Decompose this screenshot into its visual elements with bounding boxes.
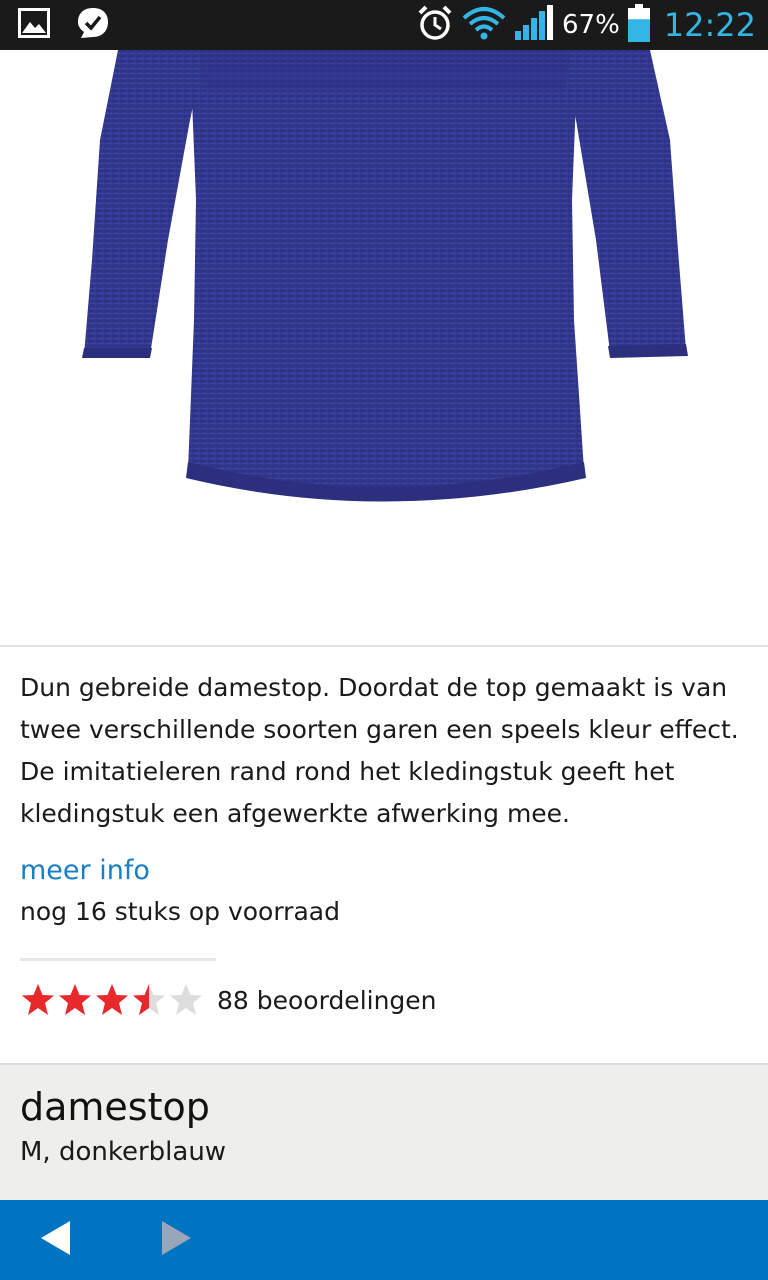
battery-percent: 67% xyxy=(561,10,620,40)
product-summary-panel: damestop M, donkerblauw xyxy=(0,1063,768,1200)
product-variant: M, donkerblauw xyxy=(20,1137,227,1167)
check-badge-icon xyxy=(76,6,110,44)
clock-time: 12:22 xyxy=(663,6,756,44)
star-icon xyxy=(170,984,202,1015)
arrow-left-icon xyxy=(40,1220,72,1260)
arrow-right-icon xyxy=(160,1220,192,1260)
navy-knit-top-image[interactable] xyxy=(0,50,768,645)
product-description: Dun gebreide damestop. Doordat de top ge… xyxy=(20,673,739,828)
star-icon xyxy=(133,984,165,1015)
stock-status: nog 16 stuks op voorraad xyxy=(20,897,340,926)
wifi-icon xyxy=(462,6,506,44)
battery-icon xyxy=(627,4,650,46)
star-icon xyxy=(59,984,91,1015)
star-rating xyxy=(20,982,216,1018)
rating-divider xyxy=(20,958,216,961)
back-button[interactable] xyxy=(32,1216,80,1264)
bottom-nav-bar xyxy=(0,1200,768,1280)
product-title: damestop xyxy=(20,1085,210,1129)
rating-row[interactable]: 88 beoordelingen xyxy=(20,980,437,1020)
forward-button[interactable] xyxy=(152,1216,200,1264)
star-icon xyxy=(22,984,54,1015)
rating-count: 88 beoordelingen xyxy=(217,985,437,1015)
star-icon xyxy=(96,984,128,1015)
status-bar: 67% 12:22 xyxy=(0,0,768,50)
alarm-clock-icon xyxy=(416,4,454,46)
gallery-icon xyxy=(18,8,50,42)
more-info-link[interactable]: meer info xyxy=(20,855,150,886)
signal-icon xyxy=(514,5,554,45)
section-divider xyxy=(0,645,768,647)
